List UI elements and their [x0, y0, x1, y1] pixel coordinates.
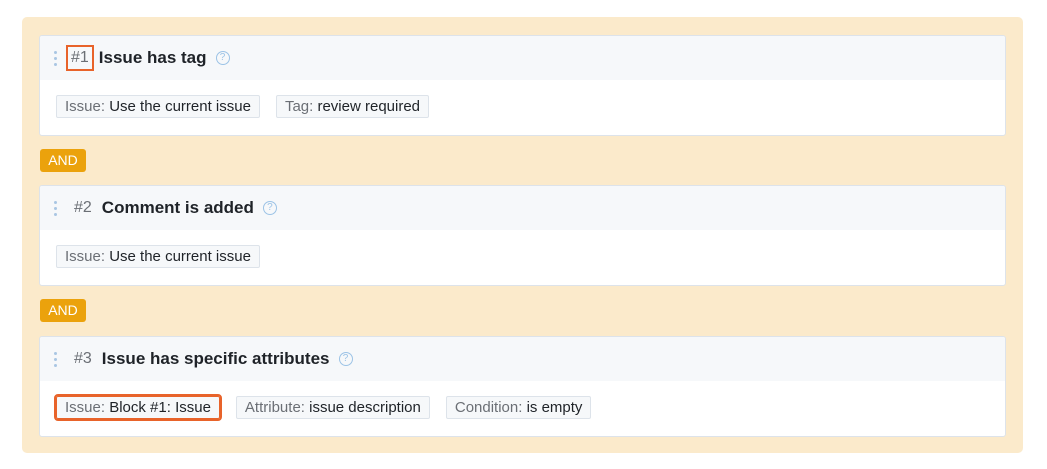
issue-param[interactable]: Issue: Use the current issue: [56, 245, 260, 268]
condition-param[interactable]: Condition: is empty: [445, 396, 592, 419]
param-label: Issue:: [65, 98, 106, 115]
param-value: Use the current issue: [109, 248, 251, 265]
help-icon[interactable]: ?: [215, 51, 230, 65]
param-label: Attribute:: [244, 399, 305, 416]
param-label: Tag:: [284, 98, 314, 115]
param-value: review required: [317, 98, 421, 115]
condition-block-1: #1 Issue has tag ? Issue: Use the curren…: [39, 35, 1006, 136]
conditions-panel: #1 Issue has tag ? Issue: Use the curren…: [22, 17, 1023, 453]
condition-block-2: #2 Comment is added ? Issue: Use the cur…: [39, 185, 1006, 286]
issue-param[interactable]: Issue: Use the current issue: [56, 95, 260, 118]
and-connector[interactable]: AND: [40, 299, 86, 322]
condition-block-3: #3 Issue has specific attributes ? Issue…: [39, 336, 1006, 437]
block-number: #1: [66, 45, 94, 71]
drag-handle-icon[interactable]: [54, 50, 57, 66]
block-title: Comment is added: [101, 198, 254, 217]
drag-handle-icon[interactable]: [54, 200, 57, 216]
block-number: #3: [74, 350, 92, 367]
drag-handle-icon[interactable]: [54, 351, 57, 367]
help-icon[interactable]: ?: [262, 201, 277, 215]
param-label: Issue:: [65, 399, 106, 416]
block-number: #2: [74, 199, 92, 216]
and-connector[interactable]: AND: [40, 149, 86, 172]
param-value: Block #1: Issue: [109, 399, 211, 416]
block-header: #1 Issue has tag ?: [40, 36, 1005, 80]
issue-param[interactable]: Issue: Block #1: Issue: [54, 394, 222, 421]
param-label: Condition:: [454, 399, 523, 416]
param-value: is empty: [526, 399, 583, 416]
block-title: Issue has specific attributes: [101, 349, 330, 368]
help-icon[interactable]: ?: [338, 352, 353, 366]
block-title: Issue has tag: [98, 48, 207, 67]
tag-param[interactable]: Tag: review required: [275, 95, 430, 118]
param-value: Use the current issue: [109, 98, 251, 115]
param-value: issue description: [309, 399, 421, 416]
attribute-param[interactable]: Attribute: issue description: [235, 396, 430, 419]
param-label: Issue:: [65, 248, 106, 265]
